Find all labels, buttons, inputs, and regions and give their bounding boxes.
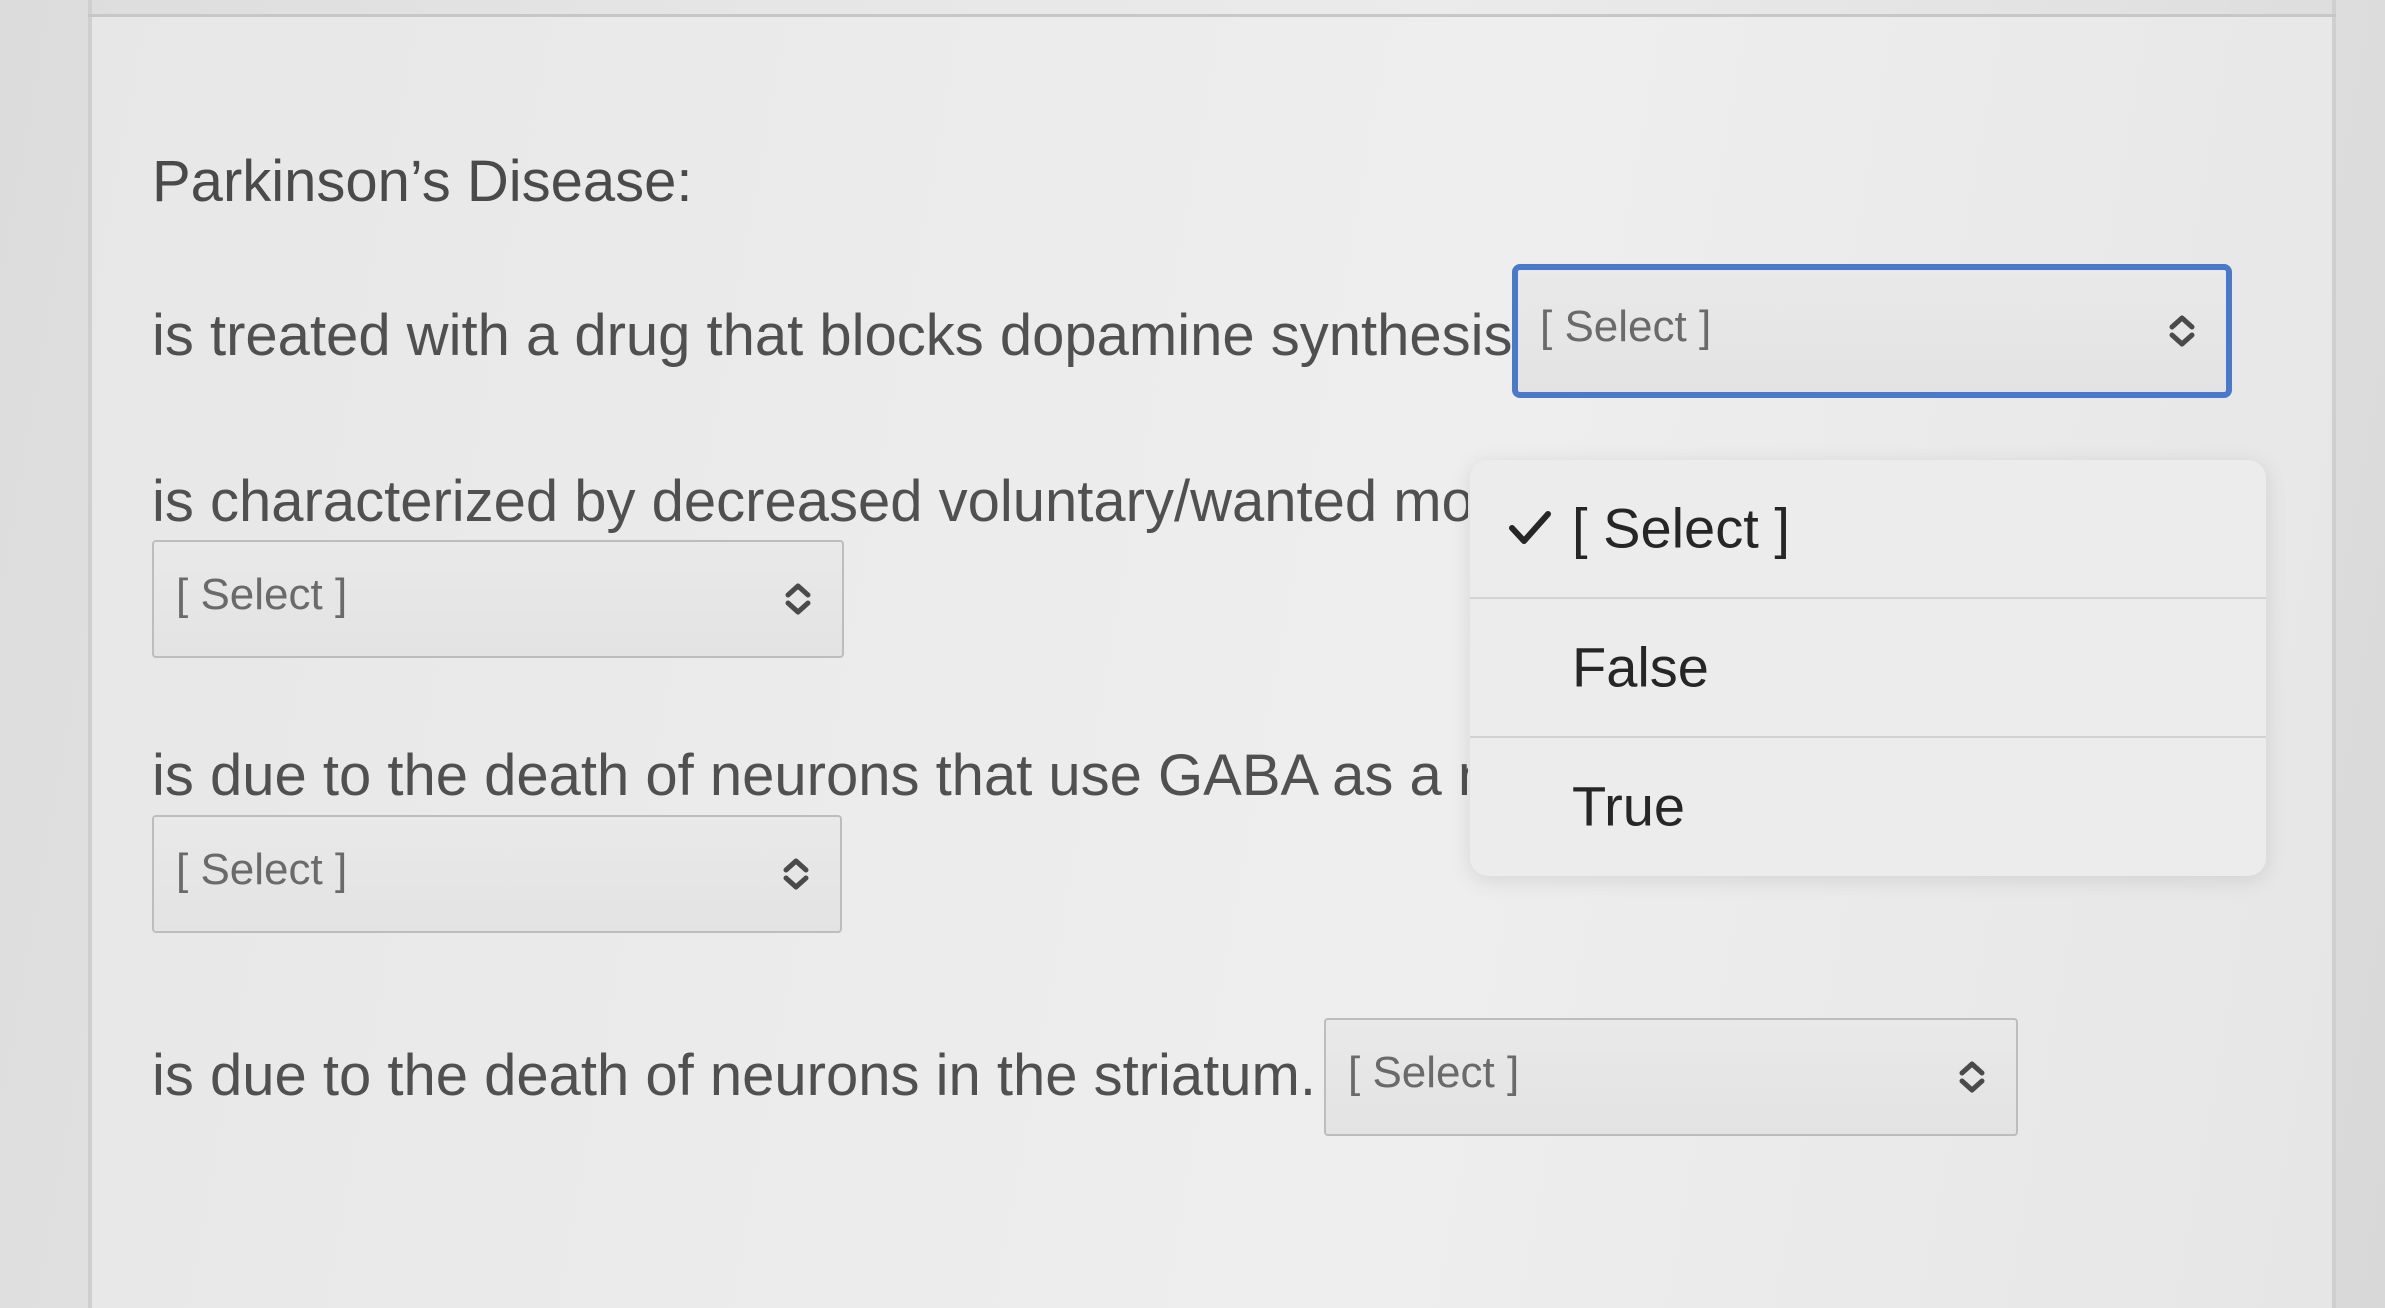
question-3-select-value: [ Select ] [176,845,348,894]
option-true[interactable]: True [1470,738,2266,874]
question-3-prompt: is due to the death of neurons that use … [152,743,1468,808]
option-label: [ Select ] [1572,496,1790,560]
option-label: False [1572,635,1709,699]
question-1-select[interactable]: [ Select ] [1512,264,2232,398]
question-2-prompt: is characterized by decreased voluntary/… [152,469,1468,534]
question-4-select[interactable]: [ Select ] [1324,1018,2018,1136]
option-select-placeholder[interactable]: [ Select ] [1470,460,2266,596]
top-divider [88,14,2336,17]
chevron-up-down-icon [2169,315,2195,347]
check-icon [1509,511,1551,544]
question-2-select-value: [ Select ] [176,570,348,619]
chevron-up-down-icon [1959,1061,1985,1093]
question-1-prompt: is treated with a drug that blocks dopam… [152,303,1529,368]
option-false[interactable]: False [1470,599,2266,735]
question-heading: Parkinson’s Disease: [152,149,693,214]
select-options-menu: [ Select ] False True [1470,460,2266,876]
page-right-border [2332,0,2336,1308]
question-3-select[interactable]: [ Select ] [152,815,842,933]
question-1-select-value: [ Select ] [1540,302,1712,351]
chevron-up-down-icon [783,858,809,890]
option-label: True [1572,774,1686,838]
chevron-up-down-icon [785,583,811,615]
question-4-select-value: [ Select ] [1348,1048,1520,1097]
question-2-select[interactable]: [ Select ] [152,540,844,658]
question-4-prompt: is due to the death of neurons in the st… [152,1043,1316,1108]
